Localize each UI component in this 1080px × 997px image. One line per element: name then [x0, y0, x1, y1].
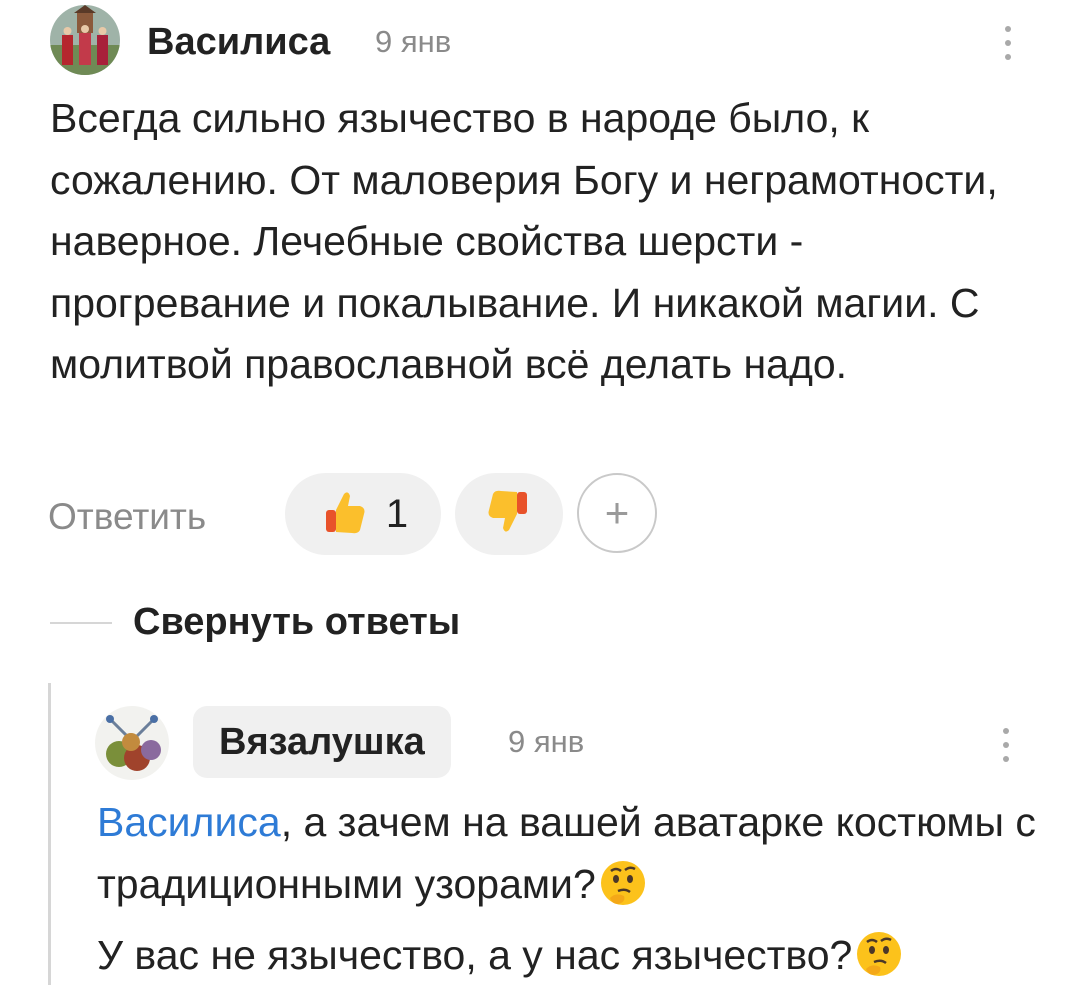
thinking-face-emoji	[598, 858, 648, 926]
comment-author[interactable]: Василиса	[147, 14, 330, 70]
reply-author-chip[interactable]: Вязалушка	[193, 706, 451, 778]
like-button[interactable]: 1	[285, 473, 441, 555]
comment-date: 9 янв	[375, 24, 452, 59]
collapse-replies-button[interactable]: Свернуть ответы	[133, 592, 460, 652]
reply-text: Василиса, а зачем на вашей аватарке кост…	[97, 792, 1057, 997]
reply-author: Вязалушка	[219, 720, 425, 763]
reply-text-line2: У вас не язычество, а у нас язычество?	[97, 932, 853, 978]
thinking-face-emoji	[854, 929, 904, 997]
more-vertical-icon[interactable]	[992, 18, 1024, 68]
reply-date: 9 янв	[508, 724, 585, 759]
reply-button[interactable]: Ответить	[48, 488, 206, 546]
thumbs-down-icon	[483, 486, 535, 543]
comment-text: Всегда сильно язычество в народе было, к…	[50, 95, 998, 387]
add-reaction-button[interactable]: +	[577, 473, 657, 553]
thread-line	[48, 683, 51, 985]
more-vertical-icon[interactable]	[990, 720, 1022, 770]
dislike-button[interactable]	[455, 473, 563, 555]
collapse-divider	[50, 622, 112, 624]
avatar-vyazalushka[interactable]	[95, 706, 169, 780]
like-count: 1	[385, 491, 409, 536]
thumbs-up-icon	[318, 486, 370, 543]
mention-link[interactable]: Василиса	[97, 799, 281, 845]
avatar-vasilisa[interactable]	[50, 5, 120, 75]
